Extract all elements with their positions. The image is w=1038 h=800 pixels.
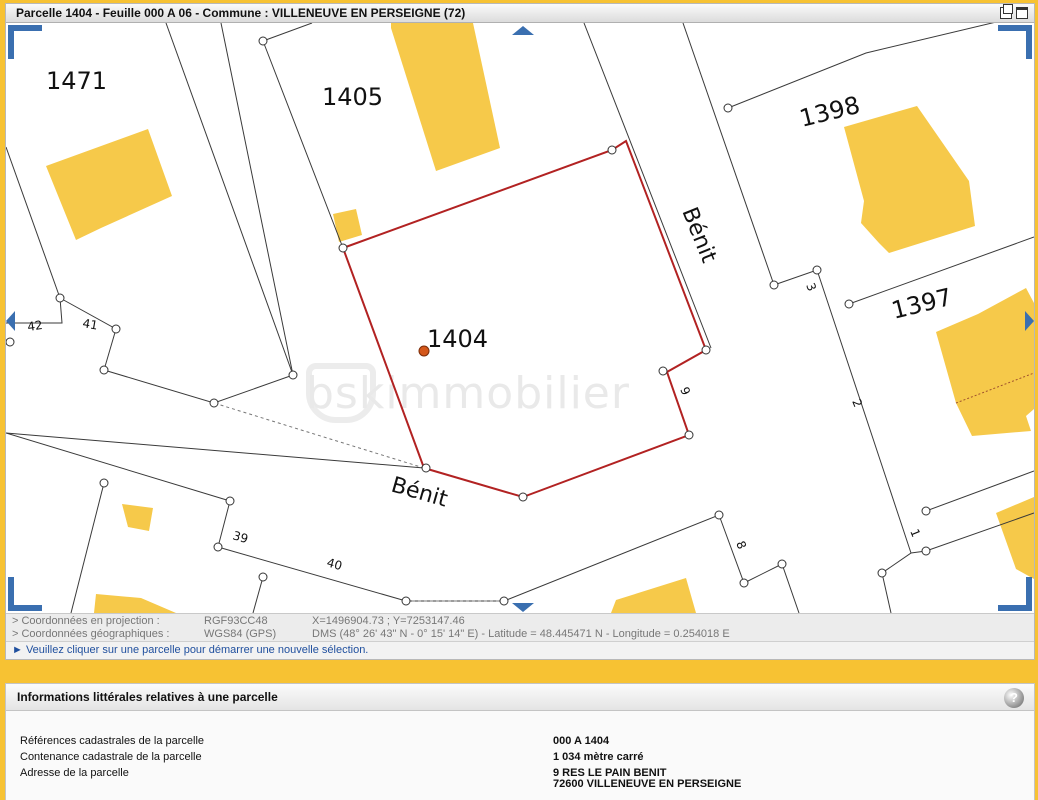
coord-value: X=1496904.73 ; Y=7253147.46 bbox=[312, 615, 465, 627]
parcel-label-1404: 1404 bbox=[427, 325, 488, 353]
coord-system: WGS84 (GPS) bbox=[204, 628, 277, 640]
house-number: 8 bbox=[733, 539, 749, 551]
frame-corner bbox=[8, 25, 42, 59]
building bbox=[611, 578, 696, 613]
coord-system: RGF93CC48 bbox=[204, 615, 268, 627]
pan-right-arrow-icon[interactable] bbox=[1025, 311, 1034, 331]
pan-up-arrow-icon[interactable] bbox=[512, 26, 534, 35]
info-panel-title: Informations littérales relatives à une … bbox=[6, 684, 1034, 711]
selection-instruction: ► Veuillez cliquer sur une parcelle pour… bbox=[6, 641, 1034, 659]
coord-label: > Coordonnées en projection : bbox=[12, 615, 160, 627]
parcel-label-1405: 1405 bbox=[322, 83, 383, 111]
restore-window-icon[interactable] bbox=[1000, 4, 1013, 19]
help-icon[interactable]: ? bbox=[1004, 688, 1024, 708]
house-number: 1 bbox=[907, 527, 923, 539]
building bbox=[333, 209, 362, 242]
map-drawing: 1471 1405 1398 1397 1404 Bénit Bénit 42 … bbox=[6, 23, 1034, 613]
building bbox=[122, 504, 153, 531]
info-label: Références cadastrales de la parcelle bbox=[20, 735, 205, 747]
info-label: Contenance cadastrale de la parcelle bbox=[20, 751, 202, 763]
info-value-line2: 72600 VILLENEUVE EN PERSEIGNE bbox=[553, 778, 742, 790]
cadastral-map[interactable]: bskimmobilier 1471 1405 1398 1397 1404 B… bbox=[6, 23, 1034, 613]
info-value: 000 A 1404 bbox=[553, 735, 610, 747]
street-label: Bénit bbox=[676, 204, 721, 267]
map-panel: Parcelle 1404 - Feuille 000 A 06 - Commu… bbox=[5, 3, 1035, 660]
building bbox=[94, 594, 176, 613]
selected-parcel-1404 bbox=[341, 139, 708, 499]
house-number: 39 bbox=[231, 528, 250, 546]
house-number: 3 bbox=[803, 281, 819, 293]
building bbox=[996, 497, 1034, 579]
parcel-label-1471: 1471 bbox=[46, 67, 107, 95]
building bbox=[46, 129, 172, 240]
info-label: Adresse de la parcelle bbox=[20, 767, 129, 779]
parcel-info-panel: Informations littérales relatives à une … bbox=[5, 683, 1035, 800]
house-number: 9 bbox=[677, 385, 693, 397]
parcel-label-1397: 1397 bbox=[889, 283, 955, 325]
coord-value: DMS (48° 26' 43" N - 0° 15' 14" E) - Lat… bbox=[312, 628, 730, 640]
info-panel-body: Références cadastrales de la parcelle 00… bbox=[6, 711, 1034, 800]
building bbox=[391, 23, 500, 171]
house-number: 42 bbox=[26, 318, 43, 334]
street-label: Bénit bbox=[388, 473, 450, 513]
buildings bbox=[46, 23, 1034, 613]
coord-label: > Coordonnées géographiques : bbox=[12, 628, 170, 640]
map-title: Parcelle 1404 - Feuille 000 A 06 - Commu… bbox=[6, 4, 1034, 23]
frame-corner bbox=[998, 577, 1032, 611]
pan-down-arrow-icon[interactable] bbox=[512, 603, 534, 612]
building bbox=[844, 106, 975, 253]
info-value: 1 034 mètre carré bbox=[553, 751, 644, 763]
coordinates-bar: > Coordonnées en projection : RGF93CC48 … bbox=[6, 613, 1034, 641]
frame-corner bbox=[998, 25, 1032, 59]
pan-left-arrow-icon[interactable] bbox=[6, 311, 15, 331]
maximize-window-icon[interactable] bbox=[1016, 7, 1028, 19]
house-number: 40 bbox=[325, 555, 344, 573]
parcel-lines bbox=[6, 23, 1034, 613]
frame-corner bbox=[8, 577, 42, 611]
house-number: 41 bbox=[81, 316, 98, 332]
